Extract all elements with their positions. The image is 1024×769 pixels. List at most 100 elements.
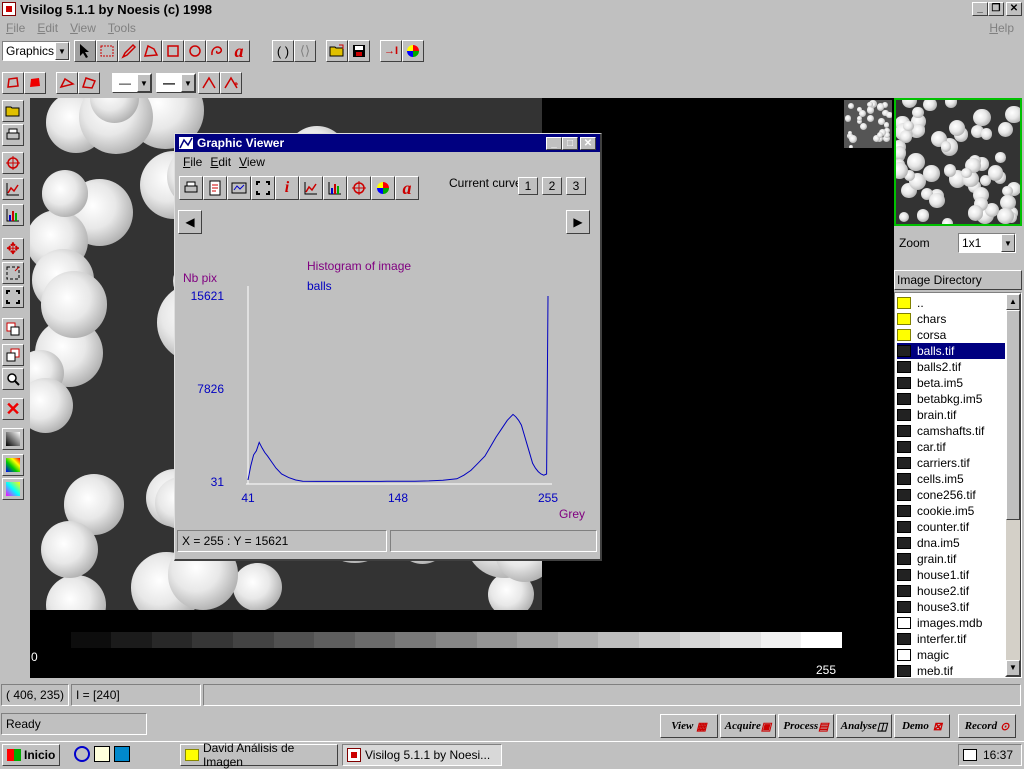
restore-button[interactable]: ❐ bbox=[988, 2, 1004, 16]
gv-print-button[interactable] bbox=[179, 176, 203, 200]
rect-select-tool-button[interactable] bbox=[96, 40, 118, 62]
process-mode-button[interactable]: Process ▤ bbox=[778, 714, 834, 738]
dir-item[interactable]: balls.tif bbox=[897, 343, 1005, 359]
gv-menu-edit[interactable]: Edit bbox=[206, 155, 235, 169]
outlook-icon[interactable] bbox=[94, 746, 110, 762]
dir-item[interactable]: house2.tif bbox=[897, 583, 1005, 599]
zoom-button[interactable] bbox=[2, 368, 24, 390]
gv-info-button[interactable]: i bbox=[275, 176, 299, 200]
save-file-button[interactable] bbox=[348, 40, 370, 62]
dir-item[interactable]: beta.im5 bbox=[897, 375, 1005, 391]
next-button[interactable]: ▶ bbox=[566, 210, 590, 234]
scroll-up-icon[interactable]: ▲ bbox=[1006, 294, 1020, 310]
rectangle-tool-button[interactable] bbox=[162, 40, 184, 62]
curve-1-button[interactable]: 1 bbox=[518, 177, 538, 195]
record-mode-button[interactable]: Record ⊙ bbox=[958, 714, 1016, 738]
analyse-mode-button[interactable]: Analyse ◫ bbox=[836, 714, 892, 738]
bracket-tool-button[interactable]: ( ) bbox=[272, 40, 294, 62]
acquire-mode-button[interactable]: Acquire ▣ bbox=[720, 714, 776, 738]
profile-button[interactable] bbox=[2, 178, 24, 200]
goto-button[interactable]: →I bbox=[380, 40, 402, 62]
hollow-shape-button[interactable] bbox=[2, 72, 24, 94]
grey-lut-button[interactable] bbox=[2, 428, 24, 450]
dir-item[interactable]: car.tif bbox=[897, 439, 1005, 455]
gv-curve-button[interactable] bbox=[299, 176, 323, 200]
dir-item[interactable]: chars bbox=[897, 311, 1005, 327]
vertex-button[interactable] bbox=[198, 72, 220, 94]
gv-menu-view[interactable]: View bbox=[235, 155, 269, 169]
copy-image-button[interactable] bbox=[2, 318, 24, 340]
polygon-tool-button[interactable] bbox=[140, 40, 162, 62]
tray-icon[interactable] bbox=[963, 749, 977, 761]
dir-item[interactable]: interfer.tif bbox=[897, 631, 1005, 647]
dir-item[interactable]: counter.tif bbox=[897, 519, 1005, 535]
circle-tool-button[interactable] bbox=[184, 40, 206, 62]
dir-item[interactable]: meb.tif bbox=[897, 663, 1005, 679]
dir-item[interactable]: house3.tif bbox=[897, 599, 1005, 615]
probe-button[interactable] bbox=[2, 152, 24, 174]
dir-item[interactable]: balls2.tif bbox=[897, 359, 1005, 375]
pencil-tool-button[interactable] bbox=[118, 40, 140, 62]
chevron-down-icon[interactable]: ▼ bbox=[181, 74, 195, 92]
gv-bars-button[interactable] bbox=[323, 176, 347, 200]
curve-3-button[interactable]: 3 bbox=[566, 177, 586, 195]
print-button[interactable] bbox=[2, 124, 24, 146]
view-mode-button[interactable]: View ▦ bbox=[660, 714, 718, 738]
delete-button[interactable]: ✕ bbox=[2, 398, 24, 420]
menu-help[interactable]: Help bbox=[983, 21, 1020, 35]
gv-maximize-button[interactable]: □ bbox=[562, 137, 578, 150]
fit-button[interactable] bbox=[2, 286, 24, 308]
scroll-down-icon[interactable]: ▼ bbox=[1006, 660, 1020, 676]
gv-close-button[interactable]: ✕ bbox=[580, 137, 596, 150]
dir-item[interactable]: brain.tif bbox=[897, 407, 1005, 423]
zoom-select[interactable]: 1x1 ▼ bbox=[958, 233, 1016, 253]
line-style-select[interactable]: — ▼ bbox=[112, 73, 152, 93]
dir-item[interactable]: images.mdb bbox=[897, 615, 1005, 631]
gv-report-button[interactable] bbox=[203, 176, 227, 200]
dir-item[interactable]: cookie.im5 bbox=[897, 503, 1005, 519]
menu-edit[interactable]: Edit bbox=[31, 21, 64, 35]
palette-lut-button[interactable] bbox=[2, 478, 24, 500]
freehand-tool-button[interactable] bbox=[206, 40, 228, 62]
dir-item[interactable]: camshafts.tif bbox=[897, 423, 1005, 439]
demo-mode-button[interactable]: Demo ⊠ bbox=[894, 714, 950, 738]
open-file-button[interactable] bbox=[326, 40, 348, 62]
dir-item[interactable]: cone256.tif bbox=[897, 487, 1005, 503]
chevron-down-icon[interactable]: ▼ bbox=[55, 42, 69, 60]
pointer-tool-button[interactable] bbox=[74, 40, 96, 62]
dotted-bracket-tool-button[interactable]: ⟨⟩ bbox=[294, 40, 316, 62]
line-width-select[interactable]: — ▼ bbox=[156, 73, 196, 93]
dir-item[interactable]: dna.im5 bbox=[897, 535, 1005, 551]
chevron-down-icon[interactable]: ▼ bbox=[1001, 234, 1015, 252]
balls-thumbnail[interactable] bbox=[844, 100, 892, 148]
dir-item[interactable]: carriers.tif bbox=[897, 455, 1005, 471]
mode-select[interactable]: Graphics ▼ bbox=[2, 41, 70, 61]
dir-item[interactable]: cells.im5 bbox=[897, 471, 1005, 487]
menu-view[interactable]: View bbox=[64, 21, 102, 35]
histogram-button[interactable] bbox=[2, 204, 24, 226]
scroll-thumb[interactable] bbox=[1006, 310, 1020, 520]
move-button[interactable]: ✥ bbox=[2, 238, 24, 260]
gv-cursor-button[interactable] bbox=[347, 176, 371, 200]
prev-button[interactable]: ◀ bbox=[178, 210, 202, 234]
gv-text-button[interactable]: a bbox=[395, 176, 419, 200]
internet-explorer-icon[interactable] bbox=[74, 746, 90, 762]
dir-scrollbar[interactable]: ▲ ▼ bbox=[1005, 293, 1021, 677]
gv-menu-file[interactable]: File bbox=[179, 155, 206, 169]
paste-image-button[interactable] bbox=[2, 344, 24, 366]
task-visilog[interactable]: Visilog 5.1.1 by Noesi... bbox=[342, 744, 502, 766]
dir-item[interactable]: corsa bbox=[897, 327, 1005, 343]
dir-item[interactable]: magic bbox=[897, 647, 1005, 663]
dir-item[interactable]: grain.tif bbox=[897, 551, 1005, 567]
dir-item[interactable]: house1.tif bbox=[897, 567, 1005, 583]
curve-2-button[interactable]: 2 bbox=[542, 177, 562, 195]
polyline-button[interactable] bbox=[56, 72, 78, 94]
filled-shape-button[interactable] bbox=[24, 72, 46, 94]
add-vertex-button[interactable] bbox=[220, 72, 242, 94]
color-lut-button[interactable] bbox=[2, 454, 24, 476]
channels-icon[interactable] bbox=[114, 746, 130, 762]
dir-item[interactable]: .. bbox=[897, 295, 1005, 311]
menu-file[interactable]: File bbox=[0, 21, 31, 35]
polyline-edit-button[interactable] bbox=[78, 72, 100, 94]
close-button[interactable]: ✕ bbox=[1006, 2, 1022, 16]
